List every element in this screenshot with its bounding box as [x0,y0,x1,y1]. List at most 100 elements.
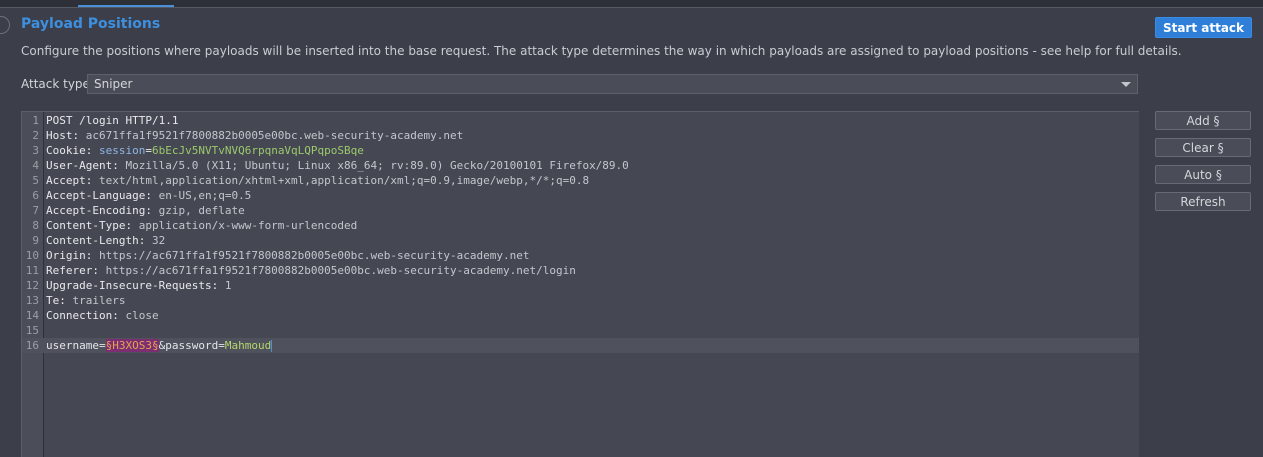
param-equals: = [218,339,225,352]
payload-position-marker: §H3XOS3§ [105,339,159,352]
header-key: Upgrade-Insecure-Requests [46,279,212,292]
line-number: 6 [32,189,39,202]
line-number: 7 [32,204,39,217]
clear-markers-button[interactable]: Clear § [1155,138,1251,157]
request-line[interactable]: 13 Te: trailers [22,293,1139,308]
request-line[interactable]: 3 Cookie: session=6bEcJv5NVTvNVQ6rpqnaVqL… [22,143,1139,158]
line-content: Content-Length: 32 [46,233,165,248]
header-key: Te [46,294,60,307]
param-value: Mahmoud [224,339,272,352]
header-separator: : [85,174,99,187]
header-separator: : [85,249,99,262]
active-tab-indicator [78,5,174,7]
text-caret [271,340,273,352]
request-line[interactable]: 12 Upgrade-Insecure-Requests: 1 [22,278,1139,293]
help-icon[interactable] [0,16,10,34]
header-value: text/html,application/xhtml+xml,applicat… [99,174,590,187]
request-line[interactable]: 16 username=§H3XOS3§&password=Mahmoud [22,338,1139,353]
request-line[interactable]: 4 User-Agent: Mozilla/5.0 (X11; Ubuntu; L… [22,158,1139,173]
line-content: username=§H3XOS3§&password=Mahmoud [46,338,273,353]
request-line[interactable]: 8 Content-Type: application/x-www-form-ur… [22,218,1139,233]
cookie-name: session [99,144,146,157]
request-line[interactable]: 9 Content-Length: 32 [22,233,1139,248]
line-content: Accept: text/html,application/xhtml+xml,… [46,173,589,188]
line-number: 9 [32,234,39,247]
param-equals: = [98,339,106,352]
add-marker-button[interactable]: Add § [1155,111,1251,130]
line-number: 12 [25,279,39,292]
request-line[interactable]: 15 [22,323,1139,338]
line-content: User-Agent: Mozilla/5.0 (X11; Ubuntu; Li… [46,158,629,173]
header-separator: : [112,159,126,172]
header-value: 1 [224,279,232,292]
header-separator: : [145,204,159,217]
header-key: Origin [46,249,86,262]
request-editor[interactable]: 1 POST /login HTTP/1.1 2 Host: ac671ffa1f95… [21,111,1139,457]
header-separator: : [145,189,159,202]
header-key: Accept [46,174,86,187]
line-content: Origin: https://ac671ffa1f9521f7800882b0… [46,248,529,263]
line-number: 13 [25,294,39,307]
line-number: 3 [32,144,39,157]
auto-markers-button[interactable]: Auto § [1155,165,1251,184]
header-value: https://ac671ffa1f9521f7800882b0005e00bc… [99,249,530,262]
header-value: application/x-www-form-urlencoded [138,219,358,232]
line-number: 11 [25,264,39,277]
header-separator: : [85,144,99,157]
request-line[interactable]: 7 Accept-Encoding: gzip, deflate [22,203,1139,218]
line-number: 14 [25,309,39,322]
line-content: Accept-Encoding: gzip, deflate [46,203,245,218]
line-number: 1 [32,114,39,127]
param-name: password [165,339,219,352]
request-line[interactable]: 5 Accept: text/html,application/xhtml+xml… [22,173,1139,188]
header-value: https://ac671ffa1f9521f7800882b0005e00bc… [105,264,576,277]
attack-type-select[interactable]: Sniper [87,74,1138,94]
line-number: 10 [25,249,39,262]
header-key: Cookie [46,144,86,157]
header-value: 32 [151,234,166,247]
header-key: Content-Type [46,219,126,232]
request-line[interactable]: 1 POST /login HTTP/1.1 [22,113,1139,128]
request-line[interactable]: 6 Accept-Language: en-US,en;q=0.5 [22,188,1139,203]
attack-type-value: Sniper [94,77,133,91]
header-value: trailers [72,294,126,307]
line-number: 2 [32,129,39,142]
request-line[interactable]: 11 Referer: https://ac671ffa1f9521f780088… [22,263,1139,278]
line-number: 4 [32,159,39,172]
line-content: POST /login HTTP/1.1 [46,113,178,128]
top-tab-strip [0,0,1263,8]
request-line[interactable]: 10 Origin: https://ac671ffa1f9521f7800882… [22,248,1139,263]
panel-description: Configure the positions where payloads w… [21,44,1182,58]
line-content: Referer: https://ac671ffa1f9521f7800882b… [46,263,576,278]
request-line-text: POST /login HTTP/1.1 [46,114,179,127]
line-number: 5 [32,174,39,187]
header-key: Connection [46,309,113,322]
request-line[interactable]: 14 Connection: close [22,308,1139,323]
refresh-button[interactable]: Refresh [1155,192,1251,211]
chevron-down-icon [1121,82,1131,87]
header-key: User-Agent [46,159,113,172]
cookie-value: 6bEcJv5NVTvNVQ6rpqnaVqLQPqpoSBqe [151,144,364,157]
header-key: Content-Length [46,234,139,247]
line-content: Host: ac671ffa1f9521f7800882b0005e00bc.w… [46,128,463,143]
line-number: 8 [32,219,39,232]
request-line[interactable]: 2 Host: ac671ffa1f9521f7800882b0005e00bc.… [22,128,1139,143]
header-separator: : [125,219,139,232]
panel-title: Payload Positions [21,16,161,32]
start-attack-button[interactable]: Start attack [1155,17,1252,38]
header-key: Host [46,129,73,142]
line-content: Content-Type: application/x-www-form-url… [46,218,357,233]
header-separator: : [211,279,225,292]
header-separator: : [138,234,152,247]
header-value: close [125,309,159,322]
line-content: Accept-Language: en-US,en;q=0.5 [46,188,251,203]
line-number: 15 [25,324,39,337]
param-name: username [46,339,99,352]
header-separator: : [59,294,73,307]
header-key: Accept-Language [46,189,146,202]
header-key: Referer [46,264,93,277]
header-value: en-US,en;q=0.5 [158,189,252,202]
header-value: gzip, deflate [158,204,245,217]
line-content: Upgrade-Insecure-Requests: 1 [46,278,231,293]
line-number: 16 [25,339,39,352]
